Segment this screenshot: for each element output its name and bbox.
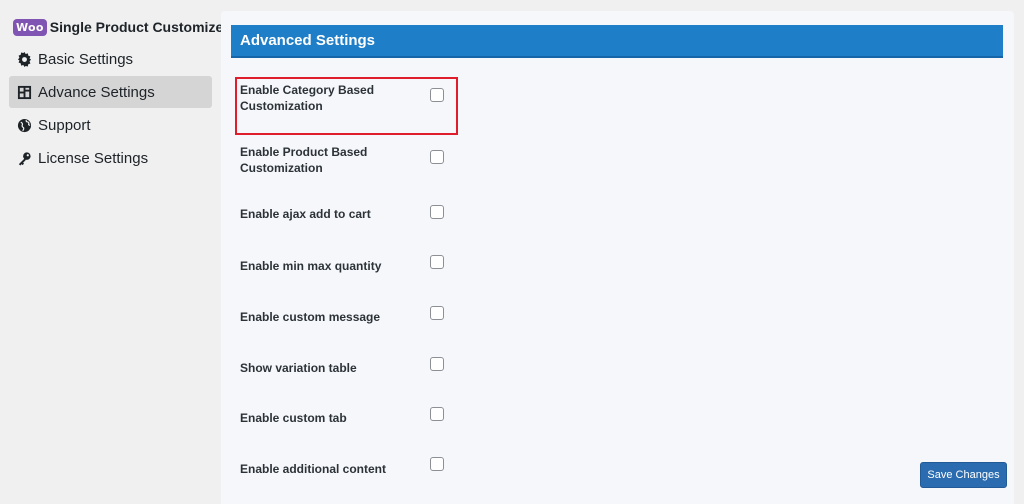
setting-row-custom-tab: Enable custom tab [240, 389, 660, 439]
panel-title: Advanced Settings [231, 25, 1003, 58]
setting-label: Enable ajax add to cart [240, 207, 371, 221]
sidebar-item-basic-settings[interactable]: Basic Settings [9, 43, 212, 75]
setting-label: Enable custom message [240, 310, 381, 324]
sidebar-item-label: Advance Settings [38, 83, 155, 101]
app-window: Woo Single Product Customizer Basic Sett… [0, 0, 1024, 504]
sidebar-item-label: Basic Settings [38, 50, 134, 68]
sidebar: Woo Single Product Customizer Basic Sett… [0, 0, 229, 504]
product-customization-checkbox[interactable] [430, 150, 444, 164]
custom-message-checkbox[interactable] [430, 306, 444, 320]
plugin-title: Single Product Customizer [49, 19, 229, 35]
sidebar-item-license-settings[interactable]: License Settings [9, 142, 212, 174]
min-max-quantity-checkbox[interactable] [430, 255, 444, 269]
setting-row-product-customization: Enable Product Based Customization [240, 137, 660, 189]
setting-label: Enable additional content [240, 462, 387, 476]
settings-panel: Advanced Settings Enable Category Based … [221, 11, 1014, 504]
additional-content-checkbox[interactable] [430, 457, 444, 471]
setting-row-custom-message: Enable custom message [240, 289, 660, 339]
sidebar-nav: Basic Settings Advance Settings Support … [9, 43, 212, 175]
setting-label: Enable Category Based Customization [240, 83, 375, 113]
woo-logo-icon: Woo [13, 18, 47, 36]
setting-label: Enable min max quantity [240, 259, 382, 273]
setting-label: Enable custom tab [240, 411, 347, 425]
setting-row-category-customization: Enable Category Based Customization [240, 71, 660, 137]
setting-label: Show variation table [240, 361, 357, 375]
custom-tab-checkbox[interactable] [430, 407, 444, 421]
ajax-add-to-cart-checkbox[interactable] [430, 205, 444, 219]
globe-icon [16, 117, 33, 134]
save-changes-button[interactable]: Save Changes [920, 462, 1007, 488]
layout-icon [16, 84, 33, 101]
sidebar-item-advance-settings[interactable]: Advance Settings [9, 76, 212, 108]
setting-row-variation-table: Show variation table [240, 339, 660, 389]
brand: Woo Single Product Customizer [13, 16, 229, 38]
setting-label: Enable Product Based Customization [240, 145, 368, 175]
sidebar-item-support[interactable]: Support [9, 109, 212, 141]
setting-row-additional-content: Enable additional content [240, 439, 660, 489]
setting-row-min-max-quantity: Enable min max quantity [240, 239, 660, 289]
setting-row-ajax-add-to-cart: Enable ajax add to cart [240, 189, 660, 239]
sidebar-item-label: Support [38, 116, 91, 134]
key-icon [16, 150, 33, 167]
gear-icon [16, 51, 33, 68]
variation-table-checkbox[interactable] [430, 357, 444, 371]
category-customization-checkbox[interactable] [430, 88, 444, 102]
sidebar-item-label: License Settings [38, 149, 149, 167]
settings-list: Enable Category Based Customization Enab… [240, 71, 660, 489]
